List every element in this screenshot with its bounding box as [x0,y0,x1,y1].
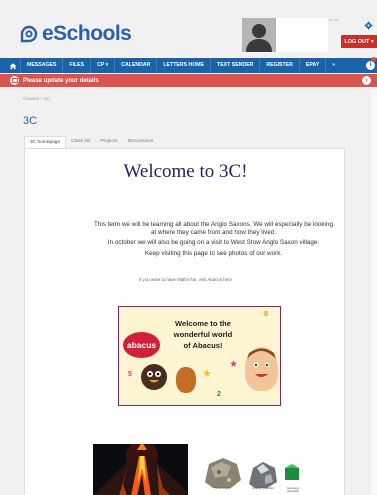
keep-visiting-paragraph: Keep visiting this page to see photos of… [144,250,283,257]
nav-item-register[interactable]: REGISTER [259,58,299,73]
volcano-image[interactable] [93,444,188,495]
intro-paragraph: This term we will be learning all about … [94,221,333,236]
squirrel-character-icon [176,367,196,393]
nav-item-epay[interactable]: EPAY [298,58,325,73]
logo-icon [20,25,38,43]
alert-text: Please update your details [23,77,99,84]
rock-caption: Mineral (Quartzite) [252,487,274,490]
abacus-number: 5 [128,371,132,378]
abacus-banner-image[interactable]: abacus Welcome to the wonderful world of… [118,306,281,406]
rock-caption: Gemstone (Emerald) [287,487,299,493]
logout-button[interactable]: LOG OUT ▾ [341,35,377,48]
chevron-right-icon[interactable]: › [362,76,371,85]
class-tabs: 3C homepage Class list Projects Discussi… [24,136,158,148]
abacus-line-3: of Abacus! [183,341,223,350]
user-silhouette-icon [246,24,272,52]
abacus-logo: abacus [123,332,160,358]
nav-item-calendar[interactable]: CALENDAR [114,58,156,73]
home-icon[interactable] [9,62,17,70]
user-name-box [276,18,328,52]
abacus-line-1: Welcome to the [175,319,231,328]
content-panel: Welcome to 3C! This term we will be lear… [24,148,345,495]
abacus-line-2: wonderful world [173,330,233,339]
maths-link[interactable]: If you want to have Maths fun, visit Aba… [25,277,346,282]
page-title: 3C [23,115,38,127]
notification-badge [371,57,376,62]
tab-projects[interactable]: Projects [95,136,122,148]
rocks-minerals-image[interactable]: Rock Granite Mineral (Quartzite) Gemston… [201,454,313,495]
nav-item-cp[interactable]: CP ▾ [90,58,114,73]
brand-name: eSchools [42,22,132,45]
nav-item-text-sender[interactable]: TEXT SENDER [210,58,259,73]
nav-item-letters-home[interactable]: LETTERS HOME [156,58,210,73]
star-icon [230,360,237,367]
tab-class-list[interactable]: Class list [66,136,95,148]
welcome-heading: Welcome to 3C! [123,161,248,182]
nav-item-files[interactable]: FILES [62,58,90,73]
page-scrollbar[interactable] [369,87,377,495]
nav-item-messages[interactable]: MESSAGES [20,58,62,73]
header: eSchools St. Jon LOG OUT ▾ [0,0,377,58]
user-tiny-label: St. Jon [329,18,339,22]
nav-item-more[interactable]: » [325,58,341,73]
id-card-icon [10,76,19,85]
avatar[interactable] [242,18,276,52]
kid-character-icon [245,347,278,391]
info-icon[interactable]: i [366,61,375,70]
rock-caption: Rock Granite [215,487,231,490]
tab-discussions[interactable]: Discussions [123,136,159,148]
tab-3c-homepage[interactable]: 3C homepage [24,136,67,148]
main-nav: MESSAGES FILES CP ▾ CALENDAR LETTERS HOM… [0,57,377,73]
bird-character-icon [141,364,167,390]
brand-logo[interactable]: eSchools [18,22,132,46]
visit-paragraph: In october we will also be going on a vi… [107,239,320,246]
gear-icon[interactable] [364,21,373,30]
star-icon [203,369,211,377]
update-details-alert[interactable]: Please update your details › [0,74,377,87]
breadcrumb[interactable]: Classes » 3C [23,96,50,101]
abacus-number: 2 [217,391,221,398]
abacus-number: 8 [264,311,268,318]
